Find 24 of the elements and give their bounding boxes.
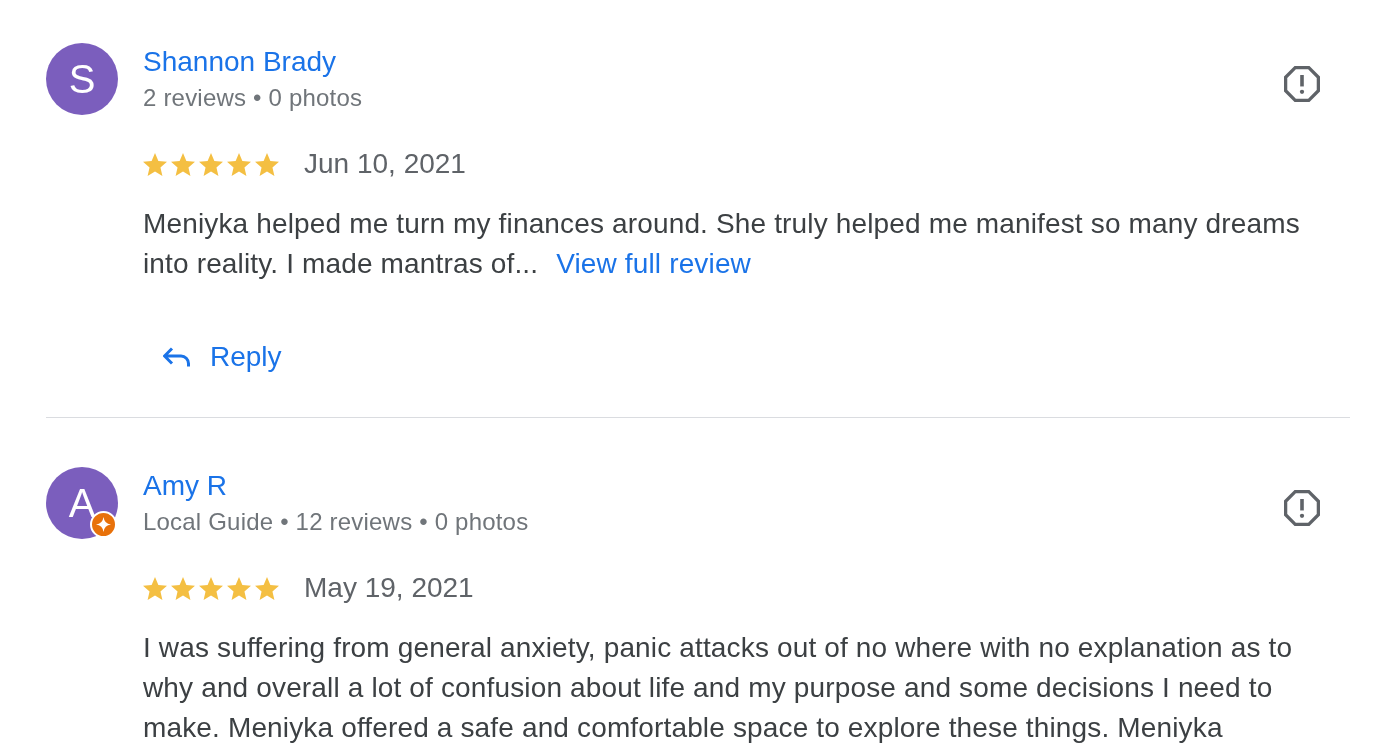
reply-arrow-icon bbox=[163, 346, 190, 368]
star-icon bbox=[199, 576, 223, 600]
review-date: Jun 10, 2021 bbox=[304, 147, 466, 181]
star-icon bbox=[199, 152, 223, 176]
star-icon bbox=[227, 576, 251, 600]
review-text: I was suffering from general anxiety, panic attacks out of no where with no explanation as to why and overall a lot of confusion about life and my purpose and some decisions I need to make. Meniyka offered a safe and comfortable space to explore these things. Meniyka bbox=[143, 631, 1294, 745]
alert-octagon-icon[interactable] bbox=[1284, 490, 1320, 526]
review-text: Meniyka helped me turn my finances around. She truly helped me manifest so many dreams into reality. I made mantras of... View full review bbox=[143, 207, 1301, 281]
reviewer-name[interactable]: Shannon Brady bbox=[143, 44, 337, 80]
review-date: May 19, 2021 bbox=[304, 571, 474, 605]
star-icon bbox=[143, 152, 167, 176]
star-icon bbox=[255, 576, 279, 600]
star-icon bbox=[171, 152, 195, 176]
star-icon bbox=[227, 152, 251, 176]
star-icon bbox=[171, 576, 195, 600]
reply-button[interactable]: Reply bbox=[143, 333, 302, 381]
reviewer-stats: 2 reviews • 0 photos bbox=[143, 83, 363, 113]
avatar: S bbox=[46, 43, 118, 115]
reviewer-name[interactable]: Amy R bbox=[143, 468, 227, 504]
alert-octagon-icon[interactable] bbox=[1284, 66, 1320, 102]
view-full-review-link[interactable]: View full review bbox=[556, 248, 751, 279]
star-icon bbox=[143, 576, 167, 600]
star-icon bbox=[255, 152, 279, 176]
reviewer-stats: Local Guide • 12 reviews • 0 photos bbox=[143, 507, 529, 537]
